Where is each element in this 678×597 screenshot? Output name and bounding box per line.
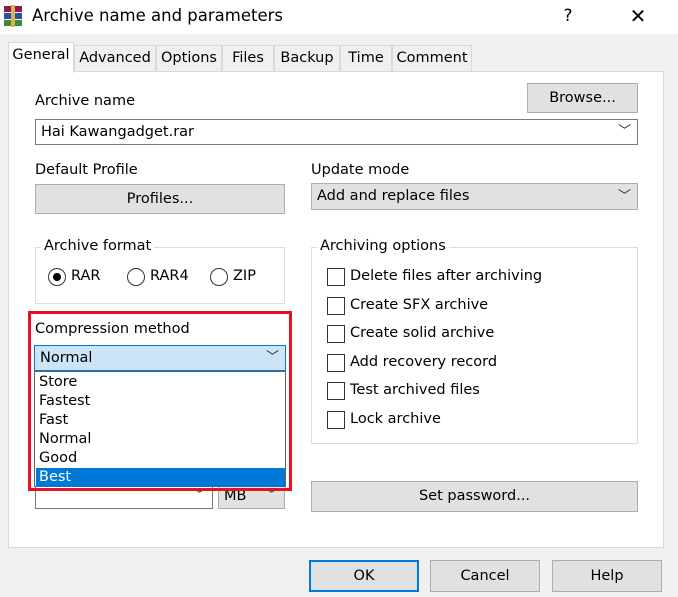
chevron-down-icon[interactable]: ﹀ [618,184,631,209]
cancel-button[interactable]: Cancel [430,560,540,592]
update-mode-value: Add and replace files [317,188,470,204]
browse-button[interactable]: Browse... [527,83,638,113]
tab-options[interactable]: Options [156,45,222,72]
radio-rar4-label[interactable]: RAR4 [150,268,189,284]
option-good[interactable]: Good [36,449,285,468]
compression-method-value: Normal [40,350,93,366]
checkbox-create-sfx-label[interactable]: Create SFX archive [350,297,488,313]
radio-zip[interactable] [210,268,228,286]
option-fastest[interactable]: Fastest [36,392,285,411]
radio-zip-label[interactable]: ZIP [233,268,256,284]
profiles-button[interactable]: Profiles... [35,184,285,214]
checkbox-test-archived[interactable] [327,382,345,400]
winrar-app-icon [4,5,22,27]
window-title: Archive name and parameters [32,6,284,25]
tab-comment[interactable]: Comment [392,45,472,72]
option-fast[interactable]: Fast [36,411,285,430]
chevron-down-icon[interactable]: ﹀ [618,120,631,144]
checkbox-lock-archive[interactable] [327,411,345,429]
default-profile-label: Default Profile [35,162,138,178]
tab-files[interactable]: Files [222,45,274,72]
tab-general[interactable]: General [8,42,74,73]
checkbox-test-archived-label[interactable]: Test archived files [350,382,480,398]
radio-rar4[interactable] [127,268,145,286]
set-password-button[interactable]: Set password... [311,481,638,512]
close-button[interactable]: ✕ [618,2,658,30]
help-button[interactable]: Help [552,560,662,592]
tab-advanced[interactable]: Advanced [74,45,156,72]
archive-name-input[interactable]: Hai Kawangadget.rar ﹀ [35,119,638,145]
help-question-button[interactable]: ? [548,2,588,30]
update-mode-label: Update mode [311,162,410,178]
ok-button[interactable]: OK [309,560,419,592]
checkbox-create-solid-label[interactable]: Create solid archive [350,325,494,341]
checkbox-delete-files[interactable] [327,268,345,286]
radio-rar[interactable] [48,268,66,286]
archive-name-label: Archive name [35,93,135,109]
archiving-options-label: Archiving options [317,238,449,254]
tab-time[interactable]: Time [340,45,392,72]
option-store[interactable]: Store [36,373,285,392]
compression-method-dropdown: Store Fastest Fast Normal Good Best [34,371,286,487]
update-mode-select[interactable]: Add and replace files ﹀ [311,183,638,210]
compression-method-label: Compression method [35,321,190,337]
checkbox-create-solid[interactable] [327,325,345,343]
checkbox-add-recovery[interactable] [327,354,345,372]
checkbox-lock-archive-label[interactable]: Lock archive [350,411,441,427]
compression-method-select[interactable]: Normal ﹀ [34,345,286,371]
archive-format-label: Archive format [41,238,155,254]
checkbox-create-sfx[interactable] [327,297,345,315]
radio-rar-label[interactable]: RAR [71,268,100,284]
chevron-down-icon[interactable]: ﹀ [266,346,279,370]
checkbox-delete-files-label[interactable]: Delete files after archiving [350,268,542,284]
option-best[interactable]: Best [36,468,285,487]
archive-name-value: Hai Kawangadget.rar [41,124,195,140]
option-normal[interactable]: Normal [36,430,285,449]
tab-backup[interactable]: Backup [274,45,340,72]
title-bar: Archive name and parameters ? ✕ [0,0,678,34]
checkbox-add-recovery-label[interactable]: Add recovery record [350,354,497,370]
